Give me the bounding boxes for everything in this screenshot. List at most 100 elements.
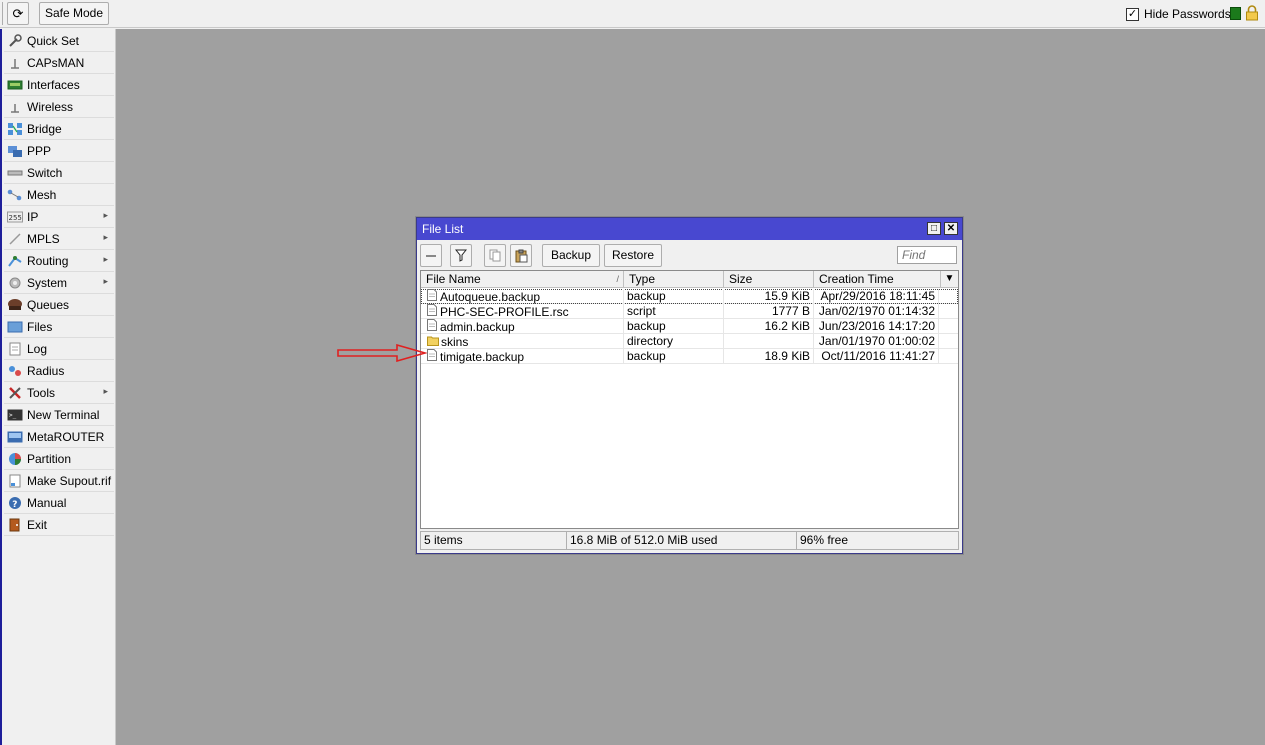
sidebar-item-switch[interactable]: Switch xyxy=(4,162,114,184)
maximize-button[interactable]: □ xyxy=(927,222,941,235)
safe-mode-button[interactable]: Safe Mode xyxy=(39,2,109,25)
find-input[interactable] xyxy=(897,246,957,264)
creation-time-cell: Jun/23/2016 14:17:20 xyxy=(814,319,939,334)
switch-icon xyxy=(7,166,23,180)
sidebar-item-metarouter[interactable]: MetaROUTER xyxy=(4,426,114,448)
sidebar-item-label: Manual xyxy=(27,495,67,510)
sidebar-item-label: Files xyxy=(27,319,53,334)
sidebar-item-label: Bridge xyxy=(27,121,62,136)
sidebar-item-label: Mesh xyxy=(27,187,57,202)
sidebar-item-tools[interactable]: Tools ▸ xyxy=(4,382,114,404)
chevron-down-icon: ▼ xyxy=(944,273,955,284)
backup-button[interactable]: Backup xyxy=(542,244,600,267)
column-header-type[interactable]: Type xyxy=(624,271,724,288)
file-table: File Name / Type Size Creation Time ▼ Au… xyxy=(420,270,959,529)
table-row[interactable]: timigate.backup backup 18.9 KiB Oct/11/2016… xyxy=(421,349,958,364)
refresh-button[interactable]: ⟳ xyxy=(7,2,29,25)
sidebar-item-ppp[interactable]: PPP xyxy=(4,140,114,162)
file-name: skins xyxy=(441,334,469,349)
sidebar-item-label: CAPsMAN xyxy=(27,55,85,70)
table-row[interactable]: skins directory Jan/01/1970 01:00:02 xyxy=(421,334,958,349)
file-type-cell: backup xyxy=(624,349,724,364)
sidebar-item-ip[interactable]: 255 IP ▸ xyxy=(4,206,114,228)
queues-icon xyxy=(7,298,23,312)
file-name: timigate.backup xyxy=(440,349,525,364)
ppp-icon xyxy=(7,144,23,158)
file-size-cell: 1777 B xyxy=(724,304,814,319)
sidebar-item-capsman[interactable]: CAPsMAN xyxy=(4,52,114,74)
copy-icon xyxy=(489,249,500,262)
remove-button[interactable] xyxy=(420,244,442,267)
sidebar-item-files[interactable]: Files xyxy=(4,316,114,338)
sidebar-item-wireless[interactable]: Wireless xyxy=(4,96,114,118)
sidebar-item-label: IP xyxy=(27,209,39,224)
restore-button[interactable]: Restore xyxy=(604,244,662,267)
sidebar-item-system[interactable]: System ▸ xyxy=(4,272,114,294)
sidebar-item-new-terminal[interactable]: >_ New Terminal xyxy=(4,404,114,426)
radius-icon xyxy=(7,364,23,378)
folder-icon xyxy=(427,335,441,349)
routing-icon xyxy=(7,254,23,268)
sidebar-item-quick-set[interactable]: Quick Set xyxy=(4,30,114,52)
window-title-bar[interactable]: File List □ ✕ xyxy=(417,218,962,240)
hide-passwords-toggle[interactable]: ✓ Hide Passwords xyxy=(1126,7,1231,21)
lock-icon xyxy=(1246,5,1258,21)
quick-set-icon xyxy=(7,33,23,48)
terminal-icon: >_ xyxy=(7,408,23,422)
sidebar-item-routing[interactable]: Routing ▸ xyxy=(4,250,114,272)
column-header-file-name[interactable]: File Name / xyxy=(421,271,624,288)
toolbar-edge xyxy=(0,2,3,25)
paste-button[interactable] xyxy=(510,244,532,267)
sidebar-item-log[interactable]: Log xyxy=(4,338,114,360)
sidebar-item-label: Make Supout.rif xyxy=(27,473,112,488)
sidebar-item-make-supout-rif[interactable]: Make Supout.rif xyxy=(4,470,114,492)
table-row[interactable]: Autoqueue.backup backup 15.9 KiB Apr/29/201… xyxy=(421,289,958,304)
sort-icon: / xyxy=(616,274,619,284)
manual-icon: ? xyxy=(7,496,23,510)
close-icon: ✕ xyxy=(946,223,956,234)
sidebar-item-label: Exit xyxy=(27,517,48,532)
table-row[interactable]: admin.backup backup 16.2 KiB Jun/23/2016 14… xyxy=(421,319,958,334)
refresh-icon: ⟳ xyxy=(12,6,24,21)
column-header-creation-time[interactable]: Creation Time xyxy=(814,271,941,288)
sidebar: Quick Set CAPsMAN Interfaces Wireless Bridge… xyxy=(0,29,116,745)
file-name: PHC-SEC-PROFILE.rsc xyxy=(440,304,569,319)
interfaces-icon xyxy=(7,78,23,92)
column-menu-button[interactable]: ▼ xyxy=(941,271,958,288)
sidebar-item-label: System xyxy=(27,275,68,290)
file-type-cell: backup xyxy=(624,319,724,334)
capsman-icon xyxy=(7,56,23,70)
creation-time-cell: Jan/01/1970 01:00:02 xyxy=(814,334,939,349)
submenu-arrow-icon: ▸ xyxy=(103,232,108,242)
column-header-size[interactable]: Size xyxy=(724,271,814,288)
sidebar-item-mesh[interactable]: Mesh xyxy=(4,184,114,206)
file-name: Autoqueue.backup xyxy=(440,289,541,304)
copy-button[interactable] xyxy=(484,244,506,267)
close-button[interactable]: ✕ xyxy=(944,222,958,235)
file-type-cell: script xyxy=(624,304,724,319)
sidebar-item-exit[interactable]: Exit xyxy=(4,514,114,536)
sidebar-item-label: New Terminal xyxy=(27,407,100,422)
sidebar-item-label: Queues xyxy=(27,297,70,312)
sidebar-item-radius[interactable]: Radius xyxy=(4,360,114,382)
filter-button[interactable] xyxy=(450,244,472,267)
sidebar-item-interfaces[interactable]: Interfaces xyxy=(4,74,114,96)
sidebar-item-label: Routing xyxy=(27,253,69,268)
file-name-cell: admin.backup xyxy=(421,319,624,334)
system-icon xyxy=(7,276,23,290)
sidebar-item-partition[interactable]: Partition xyxy=(4,448,114,470)
submenu-arrow-icon: ▸ xyxy=(103,210,108,220)
exit-icon xyxy=(7,518,23,532)
hide-passwords-checkbox[interactable]: ✓ xyxy=(1126,7,1139,21)
sidebar-item-label: Log xyxy=(27,341,48,356)
sidebar-item-mpls[interactable]: MPLS ▸ xyxy=(4,228,114,250)
creation-time-cell: Jan/02/1970 01:14:32 xyxy=(814,304,939,319)
sidebar-item-queues[interactable]: Queues xyxy=(4,294,114,316)
sidebar-item-manual[interactable]: ? Manual xyxy=(4,492,114,514)
status-indicator xyxy=(1230,7,1241,20)
creation-time-cell: Apr/29/2016 18:11:45 xyxy=(814,289,939,304)
sidebar-item-label: Tools xyxy=(27,385,56,400)
file-name-cell: PHC-SEC-PROFILE.rsc xyxy=(421,304,624,319)
table-row[interactable]: PHC-SEC-PROFILE.rsc script 1777 B Jan/02/19… xyxy=(421,304,958,319)
sidebar-item-bridge[interactable]: Bridge xyxy=(4,118,114,140)
